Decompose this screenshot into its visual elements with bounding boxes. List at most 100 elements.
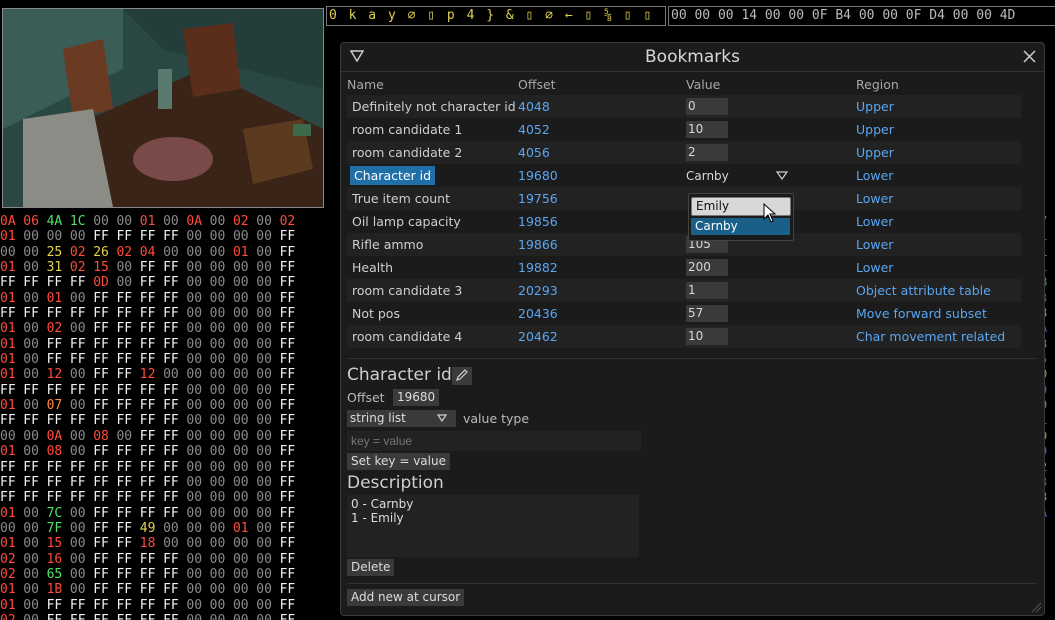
hex-byte[interactable]: FF	[163, 429, 186, 444]
hex-byte[interactable]: 01	[0, 337, 23, 352]
hex-byte[interactable]: 00	[23, 260, 46, 275]
hex-byte[interactable]: 00	[210, 567, 233, 582]
hex-byte[interactable]: FF	[163, 475, 186, 490]
hex-byte[interactable]: 00	[23, 337, 46, 352]
hex-byte[interactable]: FF	[93, 475, 116, 490]
hex-byte[interactable]: 00	[210, 536, 233, 551]
hex-byte[interactable]: FF	[140, 490, 163, 505]
value-field[interactable]: 10	[686, 328, 728, 345]
hex-byte[interactable]: FF	[47, 413, 70, 428]
hex-byte[interactable]: 0A	[186, 214, 209, 229]
hex-byte[interactable]: 00	[233, 367, 256, 382]
bookmark-name[interactable]: Rifle ammo	[352, 237, 423, 252]
hex-byte[interactable]: FF	[140, 613, 163, 620]
table-row[interactable]: True item count 19756 Lower	[347, 187, 1021, 210]
table-row[interactable]: Rifle ammo 19866 105 Lower	[347, 233, 1021, 256]
hex-byte[interactable]: 00	[210, 321, 233, 336]
hex-byte[interactable]: FF	[163, 321, 186, 336]
set-key-value-button[interactable]: Set key = value	[347, 453, 450, 470]
hex-byte[interactable]: FF	[0, 413, 23, 428]
hex-byte[interactable]: FF	[280, 413, 303, 428]
hex-byte[interactable]: FF	[163, 291, 186, 306]
hex-byte[interactable]: FF	[93, 291, 116, 306]
hex-byte[interactable]: FF	[93, 536, 116, 551]
hex-byte[interactable]: FF	[140, 413, 163, 428]
hex-byte[interactable]: FF	[280, 367, 303, 382]
hex-byte[interactable]: 00	[256, 337, 279, 352]
hex-byte[interactable]: 00	[70, 444, 93, 459]
hex-byte[interactable]: FF	[163, 582, 186, 597]
hex-byte[interactable]: 00	[256, 567, 279, 582]
hex-byte[interactable]: FF	[280, 490, 303, 505]
hex-byte[interactable]: FF	[280, 245, 303, 260]
hex-byte[interactable]: FF	[93, 490, 116, 505]
hex-byte[interactable]: 00	[210, 275, 233, 290]
hex-byte[interactable]: 00	[233, 352, 256, 367]
table-row[interactable]: room candidate 4 20462 10 Char movement rel…	[347, 325, 1021, 348]
hex-byte[interactable]: FF	[140, 552, 163, 567]
hex-byte[interactable]: 04	[140, 245, 163, 260]
table-row[interactable]: Definitely not character id 4048 0 Upper	[347, 95, 1021, 118]
bookmark-name[interactable]: Oil lamp capacity	[352, 214, 461, 229]
hex-byte[interactable]: 00	[256, 429, 279, 444]
hex-byte[interactable]: 00	[70, 552, 93, 567]
hex-byte[interactable]: 00	[233, 275, 256, 290]
hex-byte[interactable]: FF	[116, 306, 139, 321]
hex-byte[interactable]: FF	[0, 306, 23, 321]
hex-byte[interactable]: FF	[93, 337, 116, 352]
hex-byte[interactable]: FF	[116, 598, 139, 613]
hex-byte[interactable]: FF	[280, 475, 303, 490]
hex-byte[interactable]: FF	[93, 521, 116, 536]
hex-byte[interactable]: 00	[0, 521, 23, 536]
hex-byte[interactable]: 00	[256, 275, 279, 290]
bookmark-region[interactable]: Lower	[856, 164, 1021, 187]
hex-byte[interactable]: 02	[47, 321, 70, 336]
hex-byte[interactable]: 01	[0, 352, 23, 367]
hex-byte[interactable]: 01	[0, 536, 23, 551]
bookmark-offset[interactable]: 19856	[518, 210, 686, 233]
hex-byte[interactable]: FF	[280, 506, 303, 521]
hex-byte[interactable]: FF	[116, 567, 139, 582]
hex-byte[interactable]: FF	[280, 567, 303, 582]
hex-byte[interactable]: 02	[70, 245, 93, 260]
hex-byte[interactable]: 00	[186, 475, 209, 490]
hex-byte[interactable]: 01	[233, 245, 256, 260]
hex-byte[interactable]: 4A	[47, 214, 70, 229]
hex-byte[interactable]: 01	[0, 506, 23, 521]
bookmark-region[interactable]: Upper	[856, 141, 1021, 164]
value-field[interactable]: 0	[686, 98, 728, 115]
hex-byte[interactable]: 0A	[0, 214, 23, 229]
hex-byte[interactable]: FF	[70, 352, 93, 367]
hex-byte[interactable]: 00	[163, 521, 186, 536]
hex-byte[interactable]: 00	[210, 245, 233, 260]
hex-byte[interactable]: FF	[140, 506, 163, 521]
hex-byte[interactable]: FF	[140, 275, 163, 290]
hex-byte[interactable]: 00	[256, 475, 279, 490]
hex-byte[interactable]: 00	[70, 582, 93, 597]
value-combo[interactable]: Carnby	[686, 167, 788, 185]
hex-byte[interactable]: 00	[186, 506, 209, 521]
hex-byte[interactable]: FF	[93, 506, 116, 521]
bookmark-region[interactable]: Lower	[856, 210, 1021, 233]
hex-byte[interactable]: 00	[23, 291, 46, 306]
hex-byte[interactable]: 01	[140, 214, 163, 229]
hex-byte[interactable]: FF	[280, 536, 303, 551]
hex-byte[interactable]: 00	[210, 383, 233, 398]
hex-byte[interactable]: 00	[70, 398, 93, 413]
hex-byte[interactable]: 00	[186, 429, 209, 444]
hex-byte[interactable]: 00	[0, 429, 23, 444]
hex-byte[interactable]: 02	[233, 214, 256, 229]
hex-byte[interactable]: FF	[116, 613, 139, 620]
hex-byte[interactable]: FF	[116, 383, 139, 398]
hex-byte[interactable]: 00	[233, 460, 256, 475]
hex-byte[interactable]: FF	[116, 367, 139, 382]
hex-byte[interactable]: 00	[210, 582, 233, 597]
hex-byte[interactable]: 00	[233, 582, 256, 597]
hex-byte[interactable]: 01	[0, 444, 23, 459]
hex-byte[interactable]: 0D	[93, 275, 116, 290]
value-field[interactable]: 57	[686, 305, 728, 322]
hex-byte[interactable]: 00	[23, 352, 46, 367]
hex-byte[interactable]: FF	[47, 352, 70, 367]
hex-byte[interactable]: 00	[233, 567, 256, 582]
hex-byte[interactable]: 00	[163, 245, 186, 260]
